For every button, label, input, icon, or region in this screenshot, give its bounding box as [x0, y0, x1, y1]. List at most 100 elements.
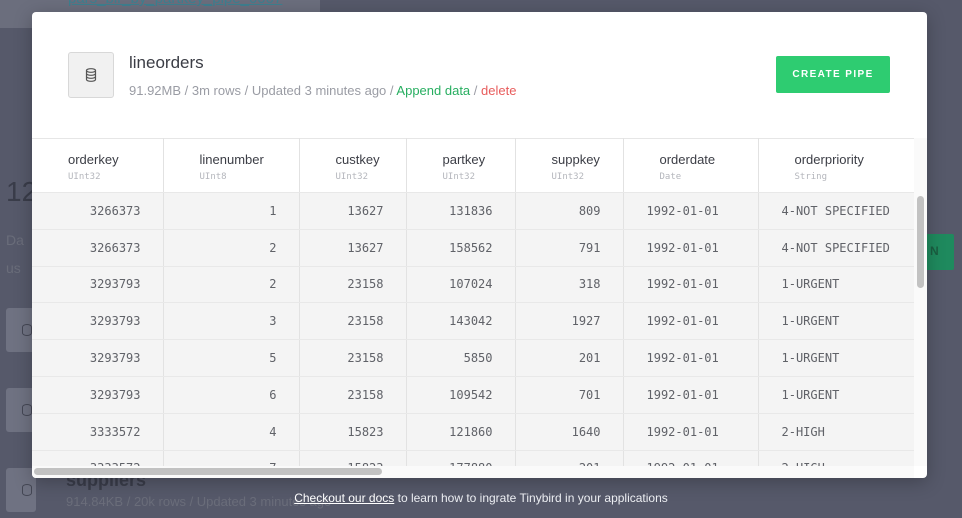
- column-name: suppkey: [551, 152, 600, 167]
- column-type: UInt8: [199, 172, 227, 182]
- table-row: 3266373 1 13627 131836 809 1992-01-01 4-NOT SP…: [32, 192, 914, 230]
- column-name: linenumber: [199, 152, 264, 167]
- column-header: orderdate Date: [623, 138, 759, 193]
- column-name: orderpriority: [794, 152, 864, 167]
- table-cell: 701: [515, 376, 624, 414]
- table-cell: 2-HIGH: [758, 450, 914, 466]
- table-cell: 4: [163, 413, 300, 451]
- table-cell: 13627: [299, 192, 407, 230]
- modal-header: lineorders 91.92MB / 3m rows / Updated 3…: [32, 12, 927, 138]
- footer-hint: Checkout our docs to learn how to ingrat…: [0, 491, 962, 505]
- table-row: 3293793 3 23158 143042 1927 1992-01-01 1-URGEN…: [32, 302, 914, 341]
- datasource-meta: 91.92MB / 3m rows / Updated 3 minutes ag…: [129, 83, 516, 98]
- table-cell: 1992-01-01: [623, 229, 759, 267]
- column-header: orderpriority String: [758, 138, 914, 193]
- table-cell: 1992-01-01: [623, 339, 759, 377]
- create-pipe-button[interactable]: CREATE PIPE: [776, 56, 890, 93]
- meta-separator: /: [241, 83, 252, 98]
- column-name: partkey: [442, 152, 486, 167]
- table-cell: 131836: [406, 192, 516, 230]
- table-cell: 5850: [406, 339, 516, 377]
- table-cell: 107024: [406, 266, 516, 304]
- table-cell: 2-HIGH: [758, 413, 914, 451]
- table-cell: 143042: [406, 302, 516, 341]
- datasource-icon-box: [68, 52, 114, 98]
- table-cell: 1992-01-01: [623, 413, 759, 451]
- column-type: Date: [659, 172, 682, 182]
- table-cell: 3333572: [32, 450, 164, 466]
- table-cell: 1-URGENT: [758, 339, 914, 377]
- table-cell: 3266373: [32, 192, 164, 230]
- table-row: 3293793 5 23158 5850 201 1992-01-01 1-URGENT: [32, 339, 914, 377]
- bg-database-icon: [22, 324, 32, 336]
- table-row: 33335727158231778802011992-01-012-HIGH: [32, 450, 914, 466]
- column-type: UInt32: [335, 172, 369, 182]
- table-cell: 23158: [299, 302, 407, 341]
- footer-text: to learn how to ingrate Tinybird in your…: [394, 491, 668, 505]
- table-cell: 3293793: [32, 376, 164, 414]
- table-cell: 5: [163, 339, 300, 377]
- table-cell: 3266373: [32, 229, 164, 267]
- table-cell: 23158: [299, 376, 407, 414]
- table-cell: 7: [163, 450, 300, 466]
- meta-rows: 3m rows: [191, 83, 242, 98]
- table-cell: 23158: [299, 339, 407, 377]
- table-cell: 1-URGENT: [758, 266, 914, 304]
- column-type: UInt32: [442, 172, 476, 182]
- column-header: suppkey UInt32: [515, 138, 624, 193]
- table-cell: 1-URGENT: [758, 376, 914, 414]
- append-data-link[interactable]: Append data: [396, 83, 470, 98]
- data-table-container[interactable]: orderkey UInt32 linenumber UInt8 custkey UI…: [32, 138, 914, 466]
- table-cell: 318: [515, 266, 624, 304]
- column-type: UInt32: [68, 172, 101, 182]
- table-cell: 109542: [406, 376, 516, 414]
- table-cell: 1992-01-01: [623, 192, 759, 230]
- table-cell: 23158: [299, 266, 407, 304]
- column-header: partkey UInt32: [406, 138, 516, 193]
- table-cell: 2: [163, 266, 300, 304]
- table-cell: 3293793: [32, 266, 164, 304]
- data-table: orderkey UInt32 linenumber UInt8 custkey UI…: [32, 138, 914, 466]
- table-cell: 809: [515, 192, 624, 230]
- delete-link[interactable]: delete: [481, 83, 516, 98]
- docs-link[interactable]: Checkout our docs: [294, 491, 394, 505]
- table-cell: 1640: [515, 413, 624, 451]
- table-row: 3293793 2 23158 107024 318 1992-01-01 1-URGENT: [32, 266, 914, 304]
- table-header-row: orderkey UInt32 linenumber UInt8 custkey UI…: [32, 138, 914, 193]
- table-cell: 201: [515, 450, 624, 466]
- table-cell: 2: [163, 229, 300, 267]
- table-cell: 15823: [299, 413, 407, 451]
- vertical-scrollbar[interactable]: [917, 196, 924, 288]
- column-type: UInt32: [551, 172, 585, 182]
- table-body: 3266373 1 13627 131836 809 1992-01-01 4-NOT SP…: [32, 192, 914, 466]
- column-name: orderkey: [68, 152, 119, 167]
- bg-database-icon: [22, 404, 32, 416]
- bg-new-button-label: N: [930, 244, 939, 258]
- column-name: custkey: [335, 152, 380, 167]
- table-cell: 1992-01-01: [623, 266, 759, 304]
- bg-text-a: Da: [6, 232, 24, 248]
- table-cell: 3293793: [32, 302, 164, 341]
- meta-separator: /: [181, 83, 192, 98]
- table-cell: 1992-01-01: [623, 450, 759, 466]
- column-header: orderkey UInt32: [32, 138, 164, 193]
- table-cell: 6: [163, 376, 300, 414]
- table-cell: 4-NOT SPECIFIED: [758, 192, 914, 230]
- bg-pipe-link: pars_bir_by_partkey_pipe_0007: [68, 0, 282, 7]
- table-cell: 1992-01-01: [623, 376, 759, 414]
- table-cell: 3293793: [32, 339, 164, 377]
- datasource-modal: lineorders 91.92MB / 3m rows / Updated 3…: [32, 12, 927, 478]
- column-type: String: [794, 172, 828, 182]
- meta-updated: Updated 3 minutes ago: [251, 83, 387, 98]
- meta-size: 91.92MB: [129, 83, 182, 98]
- table-cell: 3333572: [32, 413, 164, 451]
- vertical-scrollbar-track[interactable]: [914, 138, 927, 466]
- meta-separator: /: [470, 83, 481, 98]
- column-name: orderdate: [659, 152, 716, 167]
- column-header: linenumber UInt8: [163, 138, 300, 193]
- horizontal-scrollbar[interactable]: [34, 468, 382, 475]
- bg-text-b: us: [6, 260, 21, 276]
- table-cell: 121860: [406, 413, 516, 451]
- table-cell: 15823: [299, 450, 407, 466]
- column-header: custkey UInt32: [299, 138, 407, 193]
